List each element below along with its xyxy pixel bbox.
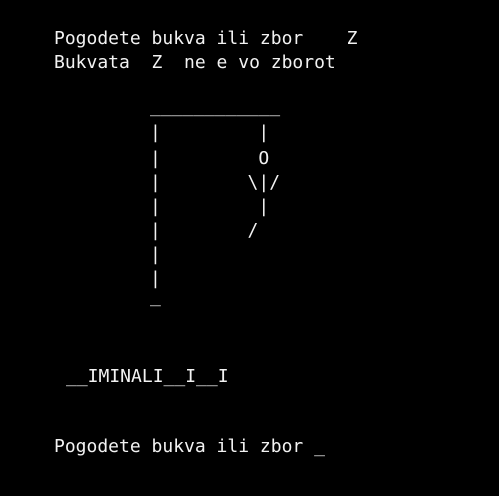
guess-input-prompt[interactable]: Pogodete bukva ili zbor _ xyxy=(54,435,325,459)
gallows-rope-row: | | xyxy=(150,122,270,143)
guess-result-line: Bukvata Z ne e vo zborot xyxy=(54,52,336,73)
hangman-torso-row: | | xyxy=(150,196,270,217)
guess-prompt-line: Pogodete bukva ili zbor Z xyxy=(54,28,358,49)
console-window: Pogodete bukva ili zbor Z Bukvata Z ne e… xyxy=(0,0,499,496)
gallows-base: _ xyxy=(150,286,161,307)
word-progress: __IMINALI__I__I xyxy=(66,366,229,387)
gallows-top-beam: ____________ xyxy=(150,96,281,117)
gallows-post-row: | xyxy=(150,244,161,265)
hangman-arms-row: | \|/ xyxy=(150,172,281,193)
hangman-head-row: | O xyxy=(150,148,270,169)
hangman-legs-row: | / xyxy=(150,220,259,241)
